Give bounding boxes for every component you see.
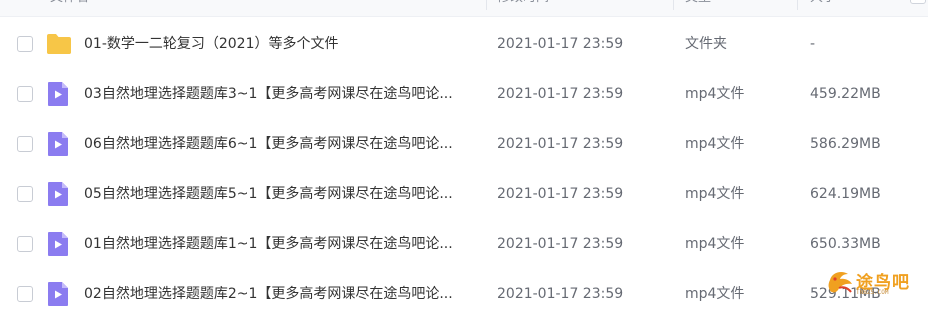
video-file-icon: [47, 131, 71, 157]
file-row[interactable]: 05自然地理选择题题库5~1【更多高考网课尽在途鸟吧论... 2021-01-17…: [0, 169, 928, 219]
column-header-name[interactable]: 文件名: [50, 0, 89, 16]
video-file-icon: [47, 281, 71, 307]
file-row[interactable]: 01-数学一二轮复习（2021）等多个文件 2021-01-17 23:59 文件夹…: [0, 19, 928, 69]
modified-time: 2021-01-17 23:59: [497, 136, 624, 152]
row-checkbox[interactable]: [17, 186, 33, 202]
modified-time: 2021-01-17 23:59: [497, 36, 624, 52]
file-size: 586.29MB: [810, 136, 881, 152]
row-checkbox[interactable]: [17, 136, 33, 152]
file-type: mp4文件: [685, 286, 745, 302]
file-name[interactable]: 03自然地理选择题题库3~1【更多高考网课尽在途鸟吧论...: [84, 69, 479, 119]
file-name[interactable]: 05自然地理选择题题库5~1【更多高考网课尽在途鸟吧论...: [84, 169, 479, 219]
file-row[interactable]: 01自然地理选择题题库1~1【更多高考网课尽在途鸟吧论... 2021-01-17…: [0, 219, 928, 269]
file-row[interactable]: 06自然地理选择题题库6~1【更多高考网课尽在途鸟吧论... 2021-01-17…: [0, 119, 928, 169]
folder-icon: [46, 33, 71, 59]
modified-time: 2021-01-17 23:59: [497, 286, 624, 302]
header-select-all-checkbox[interactable]: [910, 0, 926, 4]
video-file-icon: [47, 181, 71, 207]
bird-logo-icon: [828, 272, 852, 293]
column-header-modified[interactable]: 修改时间: [497, 0, 549, 16]
video-file-icon: [47, 81, 71, 107]
file-size: -: [810, 36, 816, 52]
file-type: mp4文件: [685, 86, 745, 102]
file-name[interactable]: 01自然地理选择题题库1~1【更多高考网课尽在途鸟吧论...: [84, 219, 479, 269]
file-type: mp4文件: [685, 186, 745, 202]
file-type: mp4文件: [685, 236, 745, 252]
row-checkbox[interactable]: [17, 86, 33, 102]
file-row[interactable]: 03自然地理选择题题库3~1【更多高考网课尽在途鸟吧论... 2021-01-17…: [0, 69, 928, 119]
column-header-size[interactable]: 大小: [810, 0, 836, 16]
file-size: 624.19MB: [810, 186, 881, 202]
file-name[interactable]: 06自然地理选择题题库6~1【更多高考网课尽在途鸟吧论...: [84, 119, 479, 169]
file-type: mp4文件: [685, 136, 745, 152]
video-file-icon: [47, 231, 71, 257]
modified-time: 2021-01-17 23:59: [497, 86, 624, 102]
column-header-type[interactable]: 类型: [685, 0, 711, 16]
modified-time: 2021-01-17 23:59: [497, 186, 624, 202]
file-name[interactable]: 01-数学一二轮复习（2021）等多个文件: [84, 19, 479, 69]
modified-time: 2021-01-17 23:59: [497, 236, 624, 252]
file-name[interactable]: 02自然地理选择题题库2~1【更多高考网课尽在途鸟吧论...: [84, 269, 479, 319]
column-divider: [673, 0, 674, 10]
row-checkbox[interactable]: [17, 36, 33, 52]
column-divider: [486, 0, 487, 10]
file-type: 文件夹: [685, 36, 727, 52]
file-size: 650.33MB: [810, 236, 881, 252]
file-size: 459.22MB: [810, 86, 881, 102]
watermark-logo: 途鸟吧 TNBZS.COM: [826, 264, 926, 300]
file-row[interactable]: 02自然地理选择题题库2~1【更多高考网课尽在途鸟吧论... 2021-01-17…: [0, 269, 928, 319]
file-list-header: 文件名 修改时间 类型 大小: [0, 0, 928, 17]
column-divider: [797, 0, 798, 10]
row-checkbox[interactable]: [17, 236, 33, 252]
watermark-subtext: TNBZS.COM: [856, 289, 889, 296]
